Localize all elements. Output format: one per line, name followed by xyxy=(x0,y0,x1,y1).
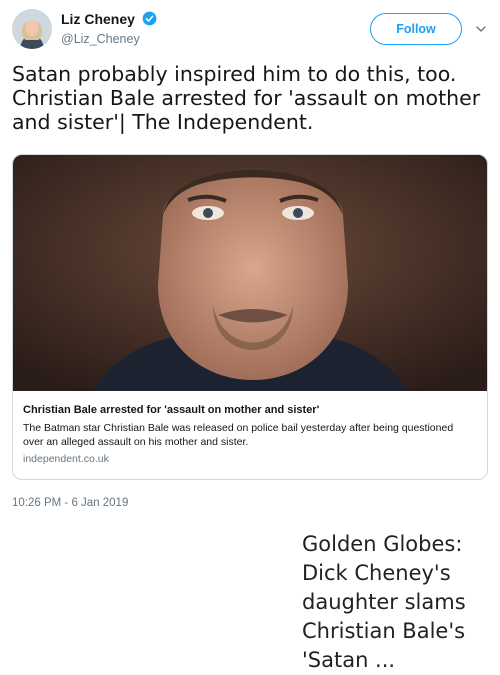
link-card[interactable]: Christian Bale arrested for 'assault on … xyxy=(12,154,488,480)
tweet-text: Satan probably inspired him to do this, … xyxy=(12,62,481,134)
chevron-down-icon[interactable] xyxy=(475,23,487,35)
avatar-image xyxy=(12,9,52,49)
card-title[interactable]: Christian Bale arrested for 'assault on … xyxy=(23,403,475,417)
author-handle[interactable]: @Liz_Cheney xyxy=(61,32,157,46)
card-description: The Batman star Christian Bale was relea… xyxy=(23,422,454,448)
card-domain[interactable]: independent.co.uk xyxy=(23,453,475,465)
card-body: Christian Bale arrested for 'assault on … xyxy=(23,403,475,465)
author-names: Liz Cheney @Liz_Cheney xyxy=(61,10,157,46)
follow-button[interactable]: Follow xyxy=(370,13,462,45)
author-display-name[interactable]: Liz Cheney xyxy=(61,11,135,27)
article-caption: Golden Globes: Dick Cheney's daughter sl… xyxy=(302,532,466,672)
tweet-header: Liz Cheney @Liz_Cheney Follow xyxy=(0,0,500,60)
card-image[interactable] xyxy=(13,155,487,391)
verified-badge-icon xyxy=(142,11,157,26)
tweet-timestamp[interactable]: 10:26 PM - 6 Jan 2019 xyxy=(12,497,128,509)
avatar[interactable] xyxy=(12,9,52,49)
